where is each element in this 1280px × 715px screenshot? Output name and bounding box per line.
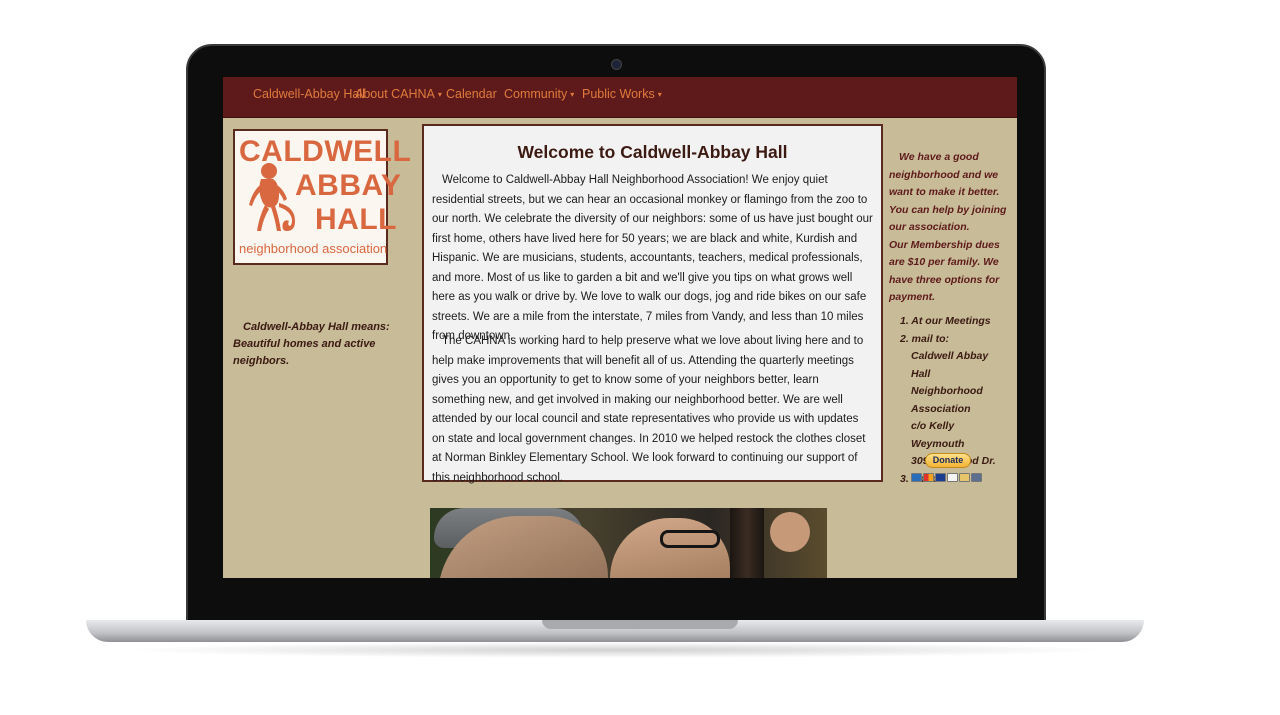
chevron-down-icon: ▾ <box>437 90 442 100</box>
nav-item-label: About CAHNA <box>355 87 435 101</box>
tagline: Caldwell-Abbay Hall means: Beautiful hom… <box>233 321 390 367</box>
mission-paragraph: The CAHNA is working hard to help preser… <box>432 335 866 484</box>
membership-intro: We have a good neighborhood and we want … <box>889 149 1009 307</box>
screen: Caldwell-Abbay Hall About CAHNA ▾ Calenda… <box>223 77 1017 578</box>
membership-pitch: We have a good neighborhood and we want … <box>889 151 1007 233</box>
option-meetings: 1. At our Meetings <box>900 315 991 327</box>
amex-card-icon <box>911 473 922 482</box>
nav-item-label: Community <box>504 87 568 101</box>
nav-item-label: Public Works <box>582 87 655 101</box>
nav-item-label: Calendar <box>446 87 497 101</box>
musicians-photo <box>430 508 827 578</box>
mail-address-line: c/o Kelly Weymouth <box>911 420 965 450</box>
laptop-shadow <box>120 642 1110 658</box>
nav-item-about[interactable]: About CAHNA ▾ <box>355 87 442 101</box>
mail-address-line: Caldwell Abbay Hall <box>911 350 989 380</box>
mail-address-line: Neighborhood <box>911 385 983 397</box>
chevron-down-icon: ▾ <box>570 90 575 100</box>
discover-card-icon <box>947 473 958 482</box>
payment-cards <box>911 473 982 483</box>
membership-dues: Our Membership dues are $10 per family. … <box>889 238 1000 304</box>
mail-address-line: Association <box>911 402 971 415</box>
nav-item-community[interactable]: Community ▾ <box>504 87 574 101</box>
nav-item-calendar[interactable]: Calendar <box>446 87 497 101</box>
mastercard-icon <box>923 473 934 482</box>
nav-item-public-works[interactable]: Public Works ▾ <box>582 87 662 101</box>
logo-line-3: HALL <box>315 203 397 236</box>
echeck-icon <box>959 473 970 482</box>
nav-item-home[interactable]: Caldwell-Abbay Hall <box>253 87 365 101</box>
intro-paragraph: Welcome to Caldwell-Abbay Hall Neighborh… <box>432 174 873 342</box>
option-mail: 2. mail to: <box>900 332 950 345</box>
laptop-notch <box>542 620 738 629</box>
welcome-panel: Welcome to Caldwell-Abbay Hall Welcome t… <box>422 124 883 484</box>
site-logo[interactable]: CALDWELL ABBAY HALL neighborhood associa… <box>233 129 411 265</box>
logo-subtitle: neighborhood association <box>239 241 388 256</box>
bank-icon <box>971 473 982 482</box>
nav-item-label: Caldwell-Abbay Hall <box>253 87 365 101</box>
monkey-icon <box>249 163 295 231</box>
navbar: Caldwell-Abbay Hall About CAHNA ▾ Calenda… <box>223 77 1017 118</box>
logo-line-2: ABBAY <box>295 169 402 202</box>
chevron-down-icon: ▾ <box>657 90 662 100</box>
visa-card-icon <box>935 473 946 482</box>
donate-button[interactable]: Donate <box>925 453 971 468</box>
camera-icon <box>611 59 622 70</box>
page-title: Welcome to Caldwell-Abbay Hall <box>517 142 788 162</box>
